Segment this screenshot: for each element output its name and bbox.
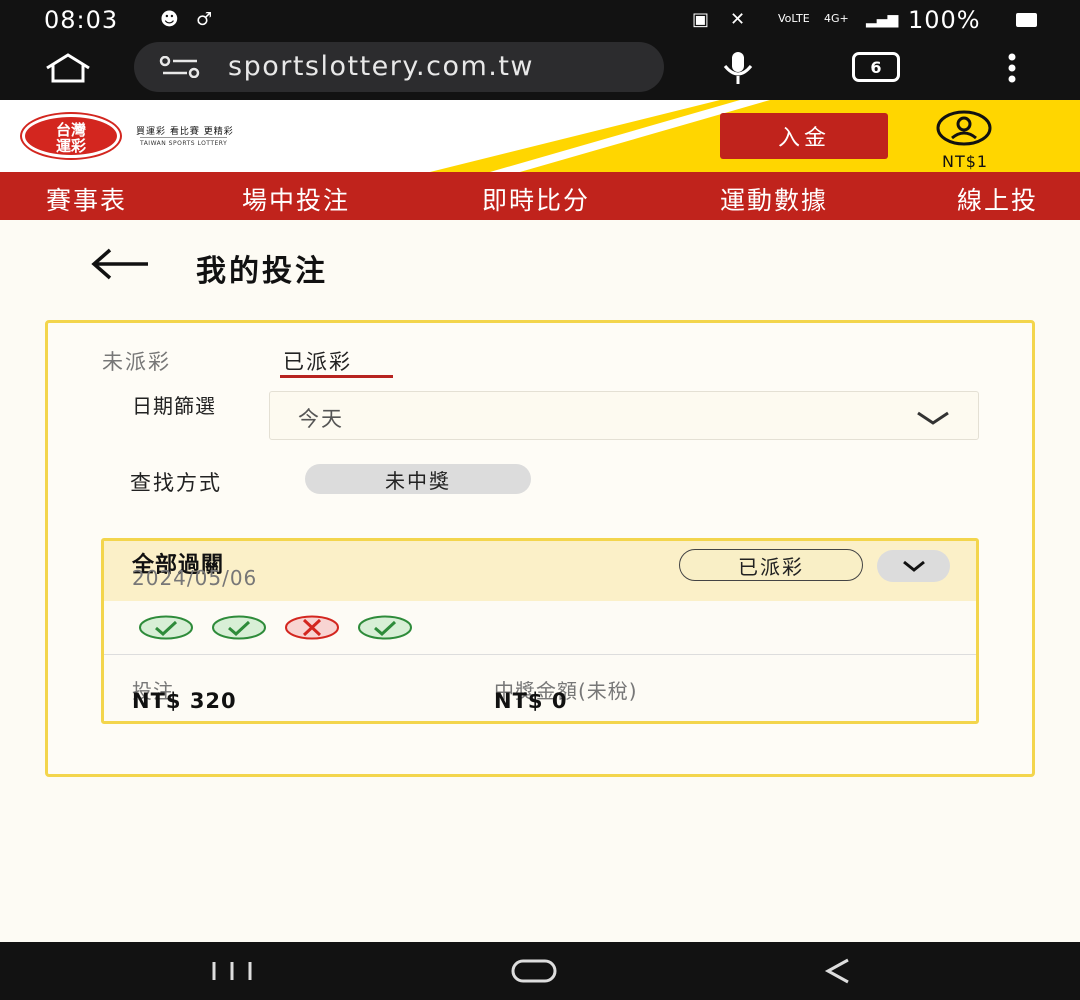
logo-line-2: 運彩: [55, 137, 86, 155]
leg-win-icon: [357, 615, 413, 640]
recent-apps-icon[interactable]: [210, 960, 254, 986]
chevron-down-icon: [902, 560, 925, 572]
logo-tagline: 買運彩 看比賽 更精彩: [136, 127, 234, 137]
nav-item-live-scores[interactable]: 即時比分: [482, 181, 590, 217]
status-bar: 08:03 ☻ ♂ ▣ ✕ VoLTE 4G+ ▂▄▆ 100%: [0, 0, 1080, 40]
nav-item-online-betting[interactable]: 線上投: [957, 181, 1038, 217]
back-arrow-icon[interactable]: [88, 244, 152, 284]
mute-icon: ✕: [730, 9, 746, 30]
app-notification-icon: ▣: [692, 9, 710, 30]
url-text: sportslottery.com.tw: [228, 51, 535, 82]
date-filter-select[interactable]: 今天: [269, 391, 979, 440]
site-header: 台灣 運彩 買運彩 看比賽 更精彩 TAIWAN SPORTS LOTTERY …: [0, 100, 1080, 172]
tab-unpaid[interactable]: 未派彩: [102, 346, 171, 376]
active-tab-indicator: [280, 375, 393, 378]
leg-lose-icon: [284, 615, 340, 640]
leg-win-icon: [138, 615, 194, 640]
logo-subtitle: TAIWAN SPORTS LOTTERY: [140, 137, 228, 147]
search-method-chip[interactable]: 未中獎: [305, 464, 531, 494]
payout-amount: NT$ 0: [494, 689, 568, 713]
battery-percent: 100%: [908, 6, 981, 34]
more-menu-icon[interactable]: [996, 50, 1028, 86]
nav-item-live-betting[interactable]: 場中投注: [242, 181, 350, 217]
back-button-icon[interactable]: [822, 956, 852, 990]
deposit-button[interactable]: 入金: [720, 113, 888, 159]
address-bar[interactable]: sportslottery.com.tw: [134, 42, 664, 92]
system-nav-bar: [0, 942, 1080, 1000]
card-divider: [104, 654, 976, 655]
microphone-icon[interactable]: [716, 50, 760, 86]
clock: 08:03: [44, 6, 119, 34]
page-title: 我的投注: [196, 254, 328, 289]
nav-item-schedule[interactable]: 賽事表: [46, 181, 127, 217]
signal-icon: ▂▄▆: [866, 12, 899, 28]
expand-bet-button[interactable]: [877, 550, 950, 582]
home-button-icon[interactable]: [510, 958, 558, 988]
search-method-label: 查找方式: [130, 471, 222, 495]
battery-icon: [1016, 13, 1037, 27]
home-icon[interactable]: [42, 52, 94, 84]
tab-switcher-button[interactable]: 6: [852, 52, 900, 82]
site-settings-icon[interactable]: [158, 55, 202, 79]
date-filter-label: 日期篩選: [132, 394, 216, 418]
site-logo[interactable]: 台灣 運彩: [22, 114, 120, 158]
user-account-icon[interactable]: [936, 110, 992, 146]
link-notification-icon: ♂: [196, 9, 213, 30]
volte-icon: VoLTE: [778, 12, 810, 25]
tab-paid[interactable]: 已派彩: [283, 346, 352, 376]
chevron-down-icon: [917, 411, 949, 425]
network-type-icon: 4G+: [824, 12, 849, 25]
date-filter-value: 今天: [298, 407, 344, 431]
nav-item-sports-data[interactable]: 運動數據: [720, 181, 828, 217]
bet-status-badge: 已派彩: [679, 549, 863, 581]
account-balance: NT$1: [942, 152, 989, 171]
browser-toolbar: sportslottery.com.tw 6: [0, 40, 1080, 100]
stake-amount: NT$ 320: [132, 689, 237, 713]
main-nav: 賽事表 場中投注 即時比分 運動數據 線上投: [0, 172, 1080, 220]
leg-win-icon: [211, 615, 267, 640]
bet-date: 2024/05/06: [132, 566, 258, 590]
emoji-notification-icon: ☻: [160, 9, 179, 30]
